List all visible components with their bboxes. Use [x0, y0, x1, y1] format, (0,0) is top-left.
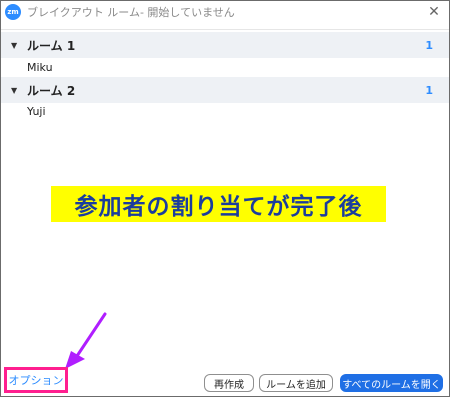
room-name: ルーム 1 [27, 38, 76, 53]
close-icon: ✕ [428, 4, 440, 20]
collapse-caret-icon[interactable]: ▼ [11, 41, 17, 50]
collapse-caret-icon[interactable]: ▼ [11, 86, 17, 95]
add-room-button[interactable]: ルームを追加 [259, 374, 333, 392]
close-button[interactable]: ✕ [425, 3, 443, 21]
title-divider [1, 29, 449, 30]
room-participant-count: 1 [425, 38, 433, 52]
zoom-logo-icon: zm [5, 4, 21, 20]
room-header-1[interactable]: ▼ ルーム 1 1 [1, 32, 449, 58]
options-link[interactable]: オプション [9, 372, 64, 388]
recreate-button[interactable]: 再作成 [204, 374, 254, 392]
participant-item[interactable]: Yuji [27, 105, 46, 118]
title-bar: zm ブレイクアウト ルーム- 開始していません ✕ [1, 1, 449, 23]
annotation-banner-text: 参加者の割り当てが完了後 [74, 194, 363, 220]
room-name: ルーム 2 [27, 83, 76, 98]
open-all-rooms-button[interactable]: すべてのルームを開く [340, 374, 443, 392]
participant-item[interactable]: Miku [27, 61, 53, 74]
room-header-2[interactable]: ▼ ルーム 2 1 [1, 77, 449, 103]
annotation-banner: 参加者の割り当てが完了後 [51, 186, 386, 222]
options-highlight: オプション [4, 367, 68, 393]
breakout-rooms-window: zm ブレイクアウト ルーム- 開始していません ✕ ▼ ルーム 1 1 Mik… [0, 0, 450, 397]
window-title: ブレイクアウト ルーム- 開始していません [27, 6, 235, 19]
room-participant-count: 1 [425, 83, 433, 97]
annotation-arrow-icon [65, 312, 107, 369]
